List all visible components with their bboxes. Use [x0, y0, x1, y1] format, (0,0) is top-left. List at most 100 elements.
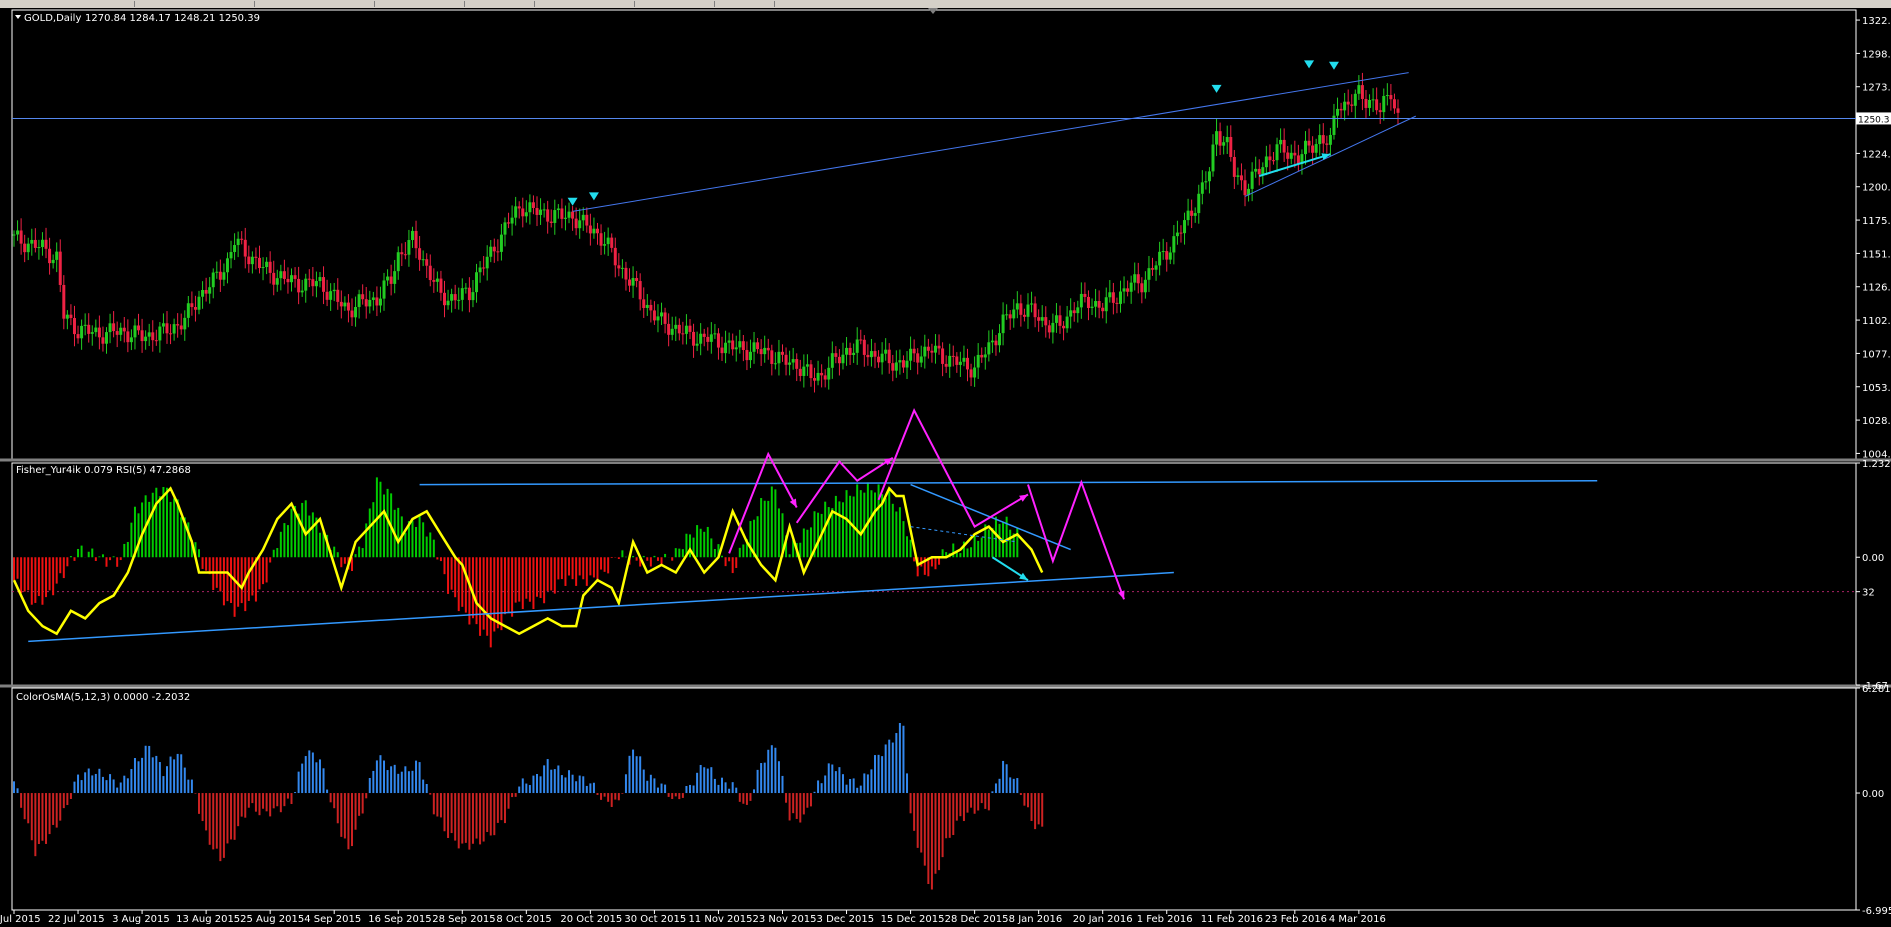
candle — [510, 217, 514, 224]
candle — [1193, 213, 1197, 216]
candle — [467, 287, 471, 301]
candle — [937, 345, 941, 349]
candle — [240, 238, 244, 240]
candle — [713, 333, 717, 335]
candle — [336, 289, 340, 302]
candle — [33, 239, 37, 248]
candle — [606, 237, 610, 245]
candle — [620, 267, 624, 269]
candle — [1328, 134, 1332, 145]
candle — [122, 327, 126, 332]
candle — [407, 240, 411, 255]
candle — [442, 292, 446, 306]
candle — [261, 267, 265, 269]
candle — [1314, 144, 1318, 153]
price-axis-label: 1224.6 — [1862, 149, 1891, 160]
x-axis-label: 20 Oct 2015 — [560, 914, 622, 925]
candle — [382, 280, 386, 299]
candle — [265, 261, 269, 268]
candle — [439, 278, 443, 293]
candle — [859, 339, 863, 341]
candle — [869, 351, 873, 358]
candle — [624, 267, 628, 280]
candle — [186, 303, 190, 318]
candle — [350, 310, 354, 318]
candle — [418, 248, 422, 260]
candle — [955, 356, 959, 365]
candle — [375, 297, 379, 306]
candle — [898, 360, 902, 363]
fisher-title: Fisher_Yur4ik 0.079 RSI(5) 47.2868 — [16, 465, 191, 476]
candle — [378, 298, 382, 306]
candle — [414, 230, 418, 249]
candle — [368, 299, 372, 307]
candle — [866, 354, 870, 358]
candle — [958, 361, 962, 365]
candle — [1389, 95, 1393, 100]
candle — [1054, 315, 1058, 323]
candle — [745, 350, 749, 361]
candle — [193, 307, 197, 310]
x-axis-label: 8 Jan 2016 — [1009, 914, 1063, 925]
candle — [1318, 135, 1322, 145]
candle — [1229, 136, 1233, 157]
candle — [1154, 265, 1158, 270]
candle — [1058, 315, 1062, 326]
candle — [507, 222, 511, 224]
candle — [482, 267, 486, 269]
magenta-arrow — [1027, 479, 1125, 600]
candle — [1350, 104, 1354, 106]
candle — [62, 284, 66, 319]
x-axis-label: 4 Sep 2015 — [304, 914, 361, 925]
candle — [1183, 220, 1187, 234]
candle — [1271, 160, 1275, 162]
candle — [912, 348, 916, 354]
candle — [706, 336, 710, 342]
x-axis-label: 4 Mar 2016 — [1329, 914, 1386, 925]
candle — [1012, 309, 1016, 319]
pane-frame — [11, 9, 1857, 460]
candle — [176, 324, 180, 326]
pane-frame — [11, 462, 1857, 686]
candle — [1044, 317, 1048, 326]
candle — [1143, 279, 1147, 293]
candle — [1378, 110, 1382, 113]
candle — [688, 325, 692, 332]
candle — [595, 228, 599, 234]
candle — [1118, 291, 1122, 304]
candle — [809, 364, 813, 379]
x-axis-label: 28 Sep 2015 — [432, 914, 495, 925]
candle — [435, 278, 439, 282]
candle — [1076, 307, 1080, 314]
candle — [816, 372, 820, 381]
candle — [332, 289, 336, 292]
candle — [748, 351, 752, 361]
candle — [905, 360, 909, 368]
candle — [916, 353, 920, 363]
candle — [222, 272, 226, 280]
candle — [108, 323, 112, 333]
osma-axis-label: 6.2819 — [1862, 684, 1891, 695]
candle — [364, 299, 368, 307]
candle — [603, 244, 607, 246]
candle — [229, 252, 233, 259]
candle — [489, 246, 493, 257]
candle — [670, 328, 674, 335]
chart-menu-icon[interactable] — [15, 15, 21, 19]
candle — [97, 327, 101, 338]
x-axis-label: 23 Feb 2016 — [1265, 914, 1327, 925]
candle — [1008, 314, 1012, 319]
candle — [944, 363, 948, 367]
candle — [236, 238, 240, 246]
candle — [887, 349, 891, 364]
cyan-marker-icon — [588, 192, 599, 201]
candle — [894, 362, 898, 371]
candle — [297, 278, 301, 293]
candle — [165, 323, 169, 334]
candle — [1030, 303, 1034, 305]
pane-frame — [11, 687, 1857, 911]
candle — [72, 318, 76, 335]
candle — [738, 341, 742, 348]
candle — [770, 350, 774, 364]
osma-axis-label: 0.00 — [1862, 789, 1884, 800]
